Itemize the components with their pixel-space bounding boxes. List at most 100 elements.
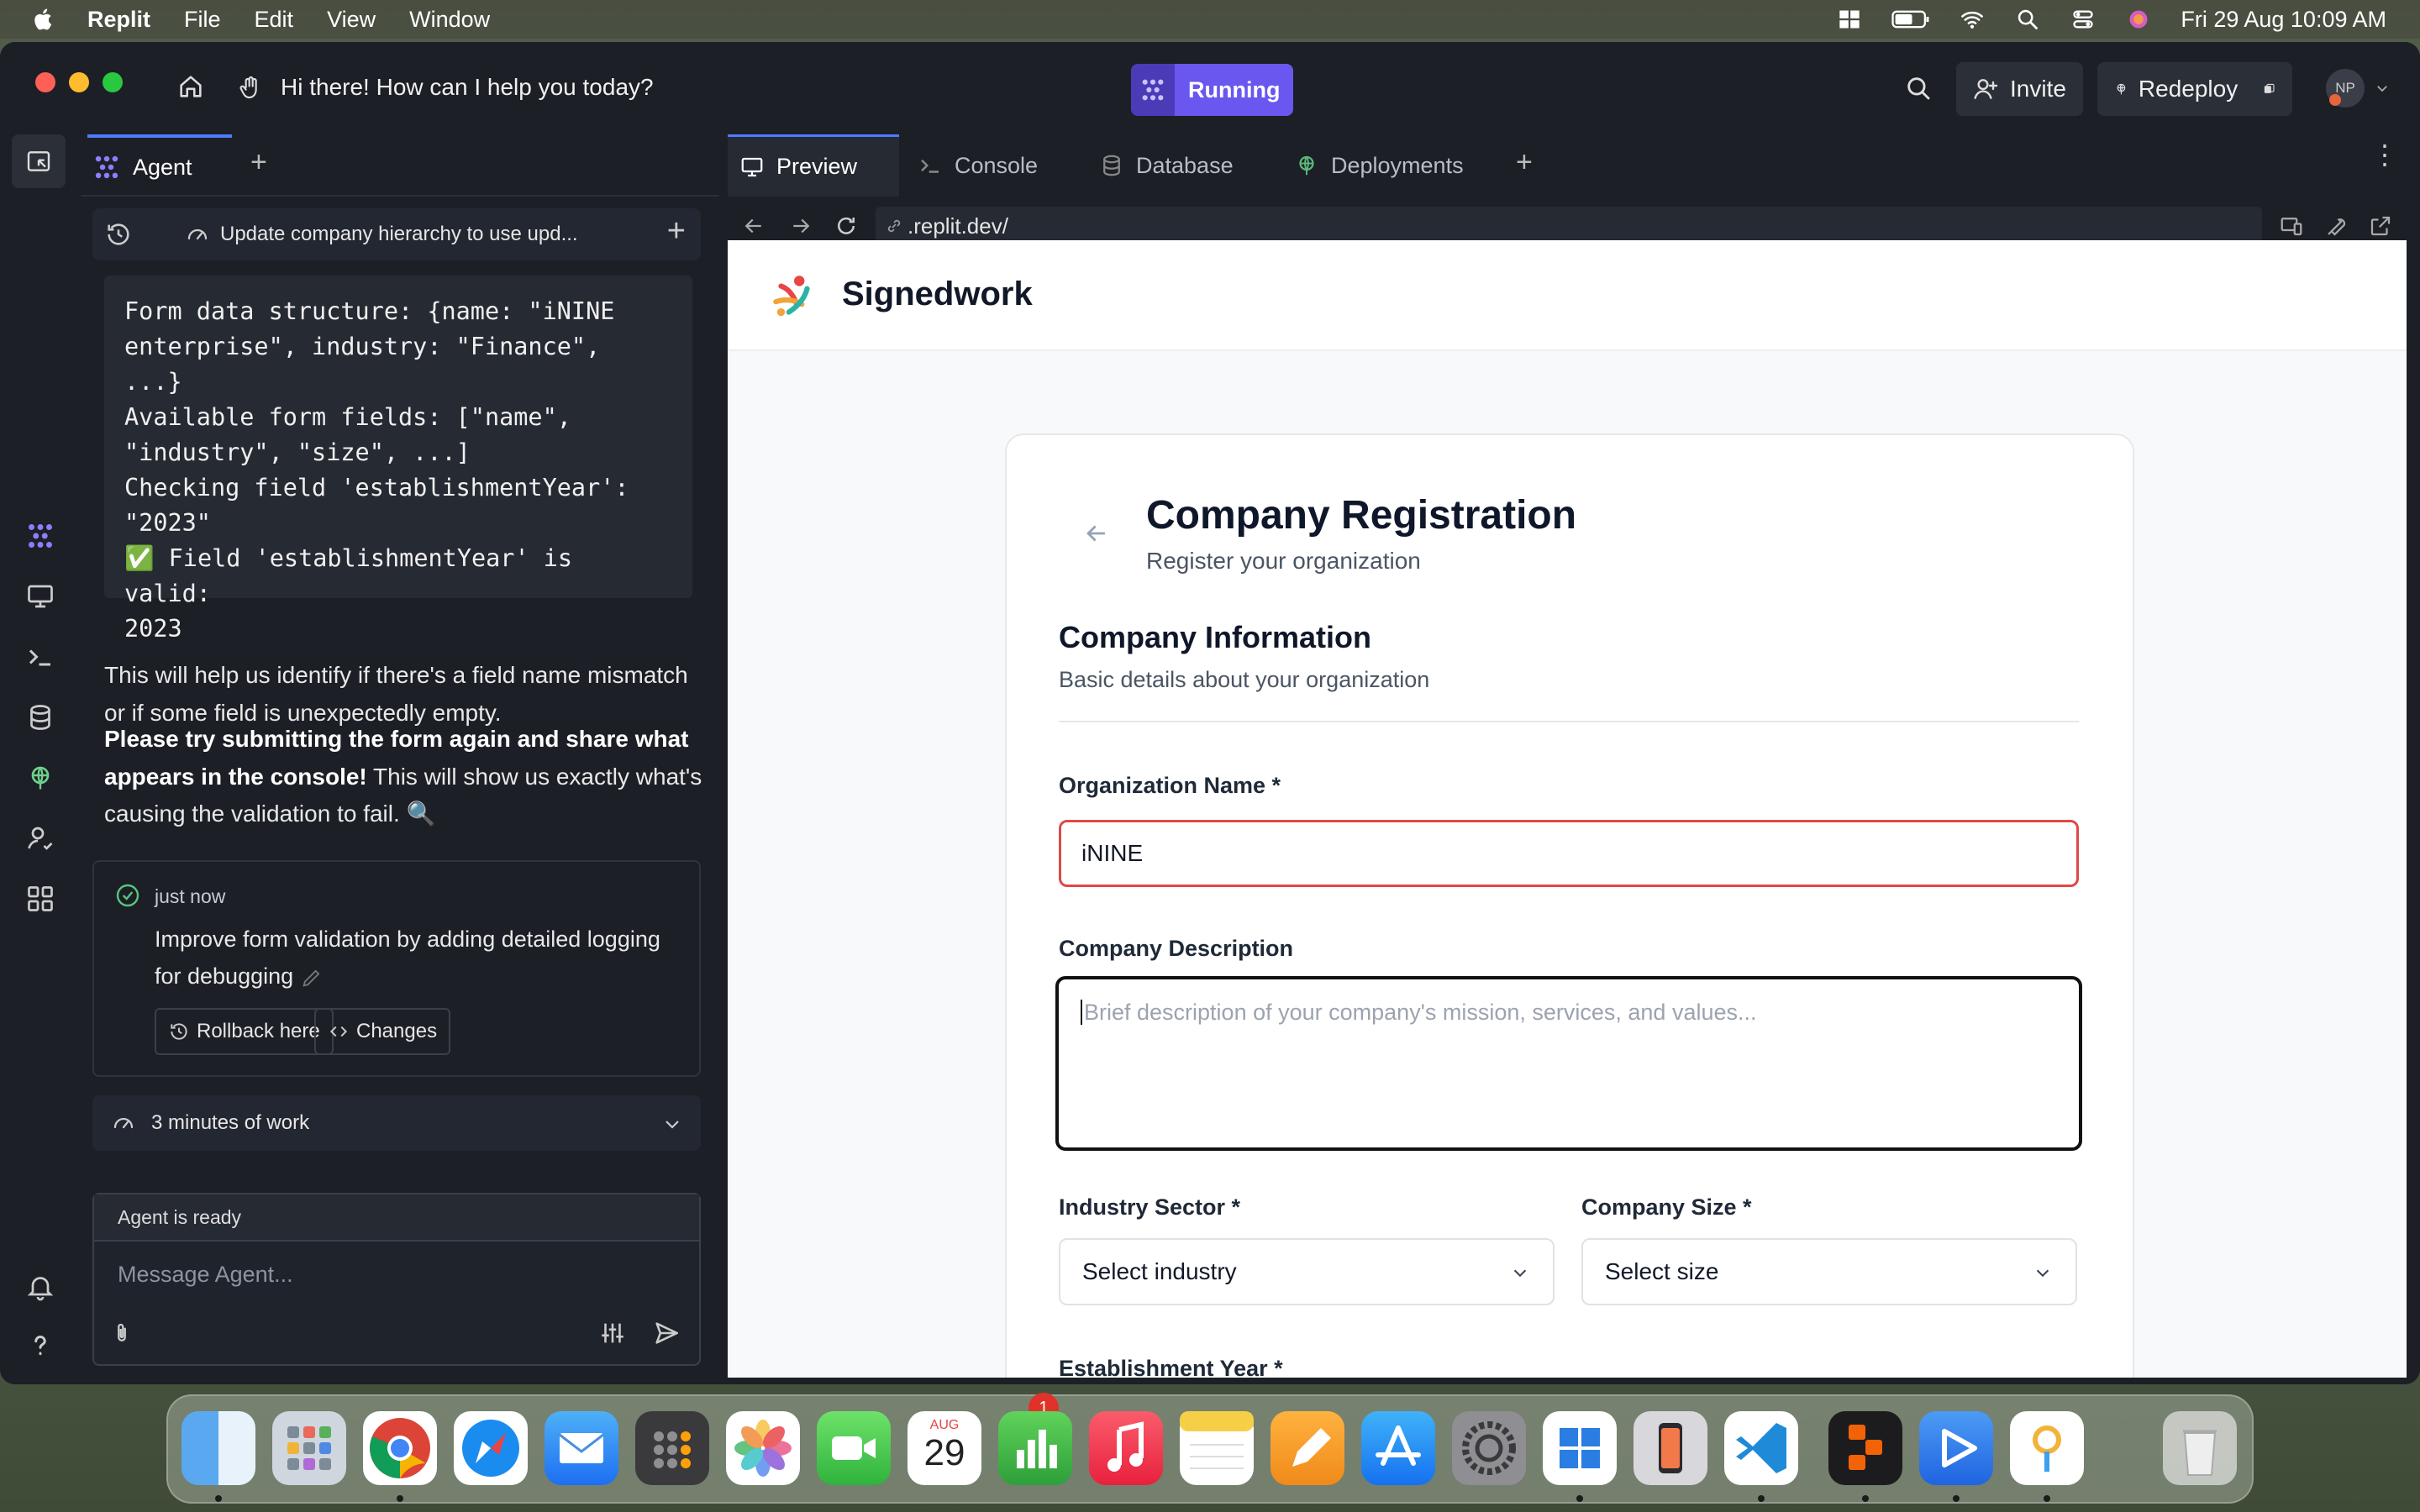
invite-button[interactable]: Invite: [1956, 62, 2083, 116]
safari-icon[interactable]: [454, 1411, 528, 1485]
rail-file-tree-button[interactable]: [12, 134, 66, 188]
chevron-down-icon: [2036, 1269, 2049, 1278]
calendar-icon[interactable]: AUG 29: [908, 1411, 981, 1485]
work-summary-toggle[interactable]: 3 minutes of work: [92, 1095, 701, 1151]
changes-button[interactable]: Changes: [314, 1008, 451, 1055]
tab-console[interactable]: Console: [906, 134, 1082, 197]
menu-app-name[interactable]: Replit: [87, 7, 150, 33]
notes-icon[interactable]: [1180, 1411, 1254, 1485]
back-arrow-icon[interactable]: [1082, 519, 1111, 548]
checkpoint-card: just now Improve form validation by addi…: [92, 860, 701, 1077]
close-window-button[interactable]: [35, 72, 55, 92]
rollback-button[interactable]: Rollback here: [155, 1008, 334, 1055]
run-status-label: Running: [1175, 64, 1294, 116]
facetime-icon[interactable]: [817, 1411, 891, 1485]
battery-icon[interactable]: [1891, 8, 1930, 31]
chevron-down-icon: [666, 1121, 679, 1129]
agent-greeting[interactable]: Hi there! How can I help you today?: [281, 74, 654, 101]
help-icon[interactable]: [25, 1331, 55, 1361]
attach-icon[interactable]: [109, 1320, 134, 1346]
workspace-tab-bar: Preview Console Database Deployments + ⋮: [728, 134, 2420, 197]
redeploy-button[interactable]: Redeploy: [2097, 62, 2292, 116]
preview-icon[interactable]: [25, 581, 55, 612]
pages-icon[interactable]: [1270, 1411, 1344, 1485]
edit-pencil-icon[interactable]: [300, 966, 324, 990]
iphone-mirroring-icon[interactable]: [1634, 1411, 1707, 1485]
system-settings-icon[interactable]: [1452, 1411, 1526, 1485]
menu-view[interactable]: View: [327, 7, 376, 33]
new-pane-tab-button[interactable]: +: [1516, 146, 1533, 179]
forward-arrow-icon[interactable]: [788, 213, 813, 239]
apps-grid-icon[interactable]: [25, 884, 55, 914]
thread-header[interactable]: Update company hierarchy to use upd... +: [92, 208, 701, 260]
dock: 1 AUG 29: [166, 1393, 2254, 1504]
video-player-icon[interactable]: [1919, 1411, 1993, 1485]
finder-icon[interactable]: [182, 1411, 255, 1485]
menu-bar: Replit File Edit View Window Fri 29 Aug …: [0, 0, 2420, 39]
industry-select[interactable]: Select industry: [1059, 1238, 1555, 1305]
menu-edit[interactable]: Edit: [255, 7, 294, 33]
database-icon[interactable]: [25, 702, 55, 732]
menu-clock[interactable]: Fri 29 Aug 10:09 AM: [2181, 7, 2386, 33]
tab-agent[interactable]: Agent: [87, 134, 232, 197]
calculator-icon[interactable]: [635, 1411, 709, 1485]
send-icon[interactable]: [652, 1319, 681, 1347]
org-name-input[interactable]: iNINE: [1059, 820, 2079, 887]
back-arrow-icon[interactable]: [741, 213, 766, 239]
company-size-select[interactable]: Select size: [1581, 1238, 2077, 1305]
avatar-initials: NP: [2335, 80, 2355, 96]
passwords-icon[interactable]: [2010, 1411, 2084, 1485]
spotlight-search-icon[interactable]: [2014, 8, 2041, 31]
chevron-down-icon[interactable]: [2375, 81, 2390, 96]
search-icon[interactable]: [1904, 74, 1933, 102]
photos-icon[interactable]: [726, 1411, 800, 1485]
minimize-window-button[interactable]: [69, 72, 89, 92]
notifications-icon[interactable]: [25, 1272, 55, 1302]
running-indicator: [2044, 1495, 2050, 1502]
numbers-icon[interactable]: [998, 1411, 1072, 1485]
deployments-icon[interactable]: [25, 763, 55, 793]
launchpad-icon[interactable]: [272, 1411, 346, 1485]
chrome-icon[interactable]: [363, 1411, 437, 1485]
replit-icon[interactable]: [1828, 1411, 1902, 1485]
message-input[interactable]: Message Agent...: [118, 1262, 293, 1288]
zoom-window-button[interactable]: [103, 72, 123, 92]
description-textarea[interactable]: Brief description of your company's miss…: [1055, 976, 2082, 1151]
agent-icon[interactable]: [25, 521, 55, 551]
more-options-icon[interactable]: ⋮: [2371, 141, 2398, 168]
run-status-button[interactable]: Running: [1131, 64, 1294, 116]
new-thread-button[interactable]: +: [667, 213, 686, 249]
app-store-icon[interactable]: [1361, 1411, 1435, 1485]
wifi-icon[interactable]: [1959, 8, 1986, 31]
tab-preview[interactable]: Preview: [728, 134, 899, 197]
agent-panel: Agent + Update company hierarchy to use …: [81, 134, 719, 1384]
brand-name[interactable]: Signedwork: [842, 276, 1033, 313]
open-external-icon[interactable]: [2368, 213, 2393, 239]
new-tab-button[interactable]: +: [250, 146, 267, 179]
devtools-wrench-icon[interactable]: [2324, 213, 2349, 239]
trash-icon[interactable]: [2163, 1411, 2237, 1485]
history-icon[interactable]: [104, 220, 133, 249]
vscode-icon[interactable]: [1724, 1411, 1798, 1485]
window-tiling-icon[interactable]: [1836, 8, 1863, 31]
tab-database[interactable]: Database: [1087, 134, 1281, 197]
settings-sliders-icon[interactable]: [598, 1319, 627, 1347]
user-check-icon[interactable]: [25, 823, 55, 853]
menu-window[interactable]: Window: [409, 7, 490, 33]
windows-app-icon[interactable]: [1543, 1411, 1617, 1485]
devices-icon[interactable]: [2279, 213, 2304, 239]
control-center-icon[interactable]: [2070, 8, 2096, 31]
mail-icon[interactable]: [544, 1411, 618, 1485]
signedwork-logo[interactable]: [768, 270, 820, 323]
agent-message-paragraph: Please try submitting the form again and…: [104, 721, 709, 833]
siri-icon[interactable]: [2125, 8, 2152, 31]
reload-icon[interactable]: [834, 213, 859, 239]
home-icon[interactable]: [176, 72, 205, 101]
music-icon[interactable]: [1089, 1411, 1163, 1485]
apple-icon[interactable]: [30, 5, 57, 34]
console-icon[interactable]: [25, 642, 55, 672]
checkpoint-time: just now: [155, 885, 226, 907]
monitor-icon: [741, 157, 763, 176]
menu-file[interactable]: File: [184, 7, 221, 33]
tab-deployments[interactable]: Deployments: [1282, 134, 1509, 197]
